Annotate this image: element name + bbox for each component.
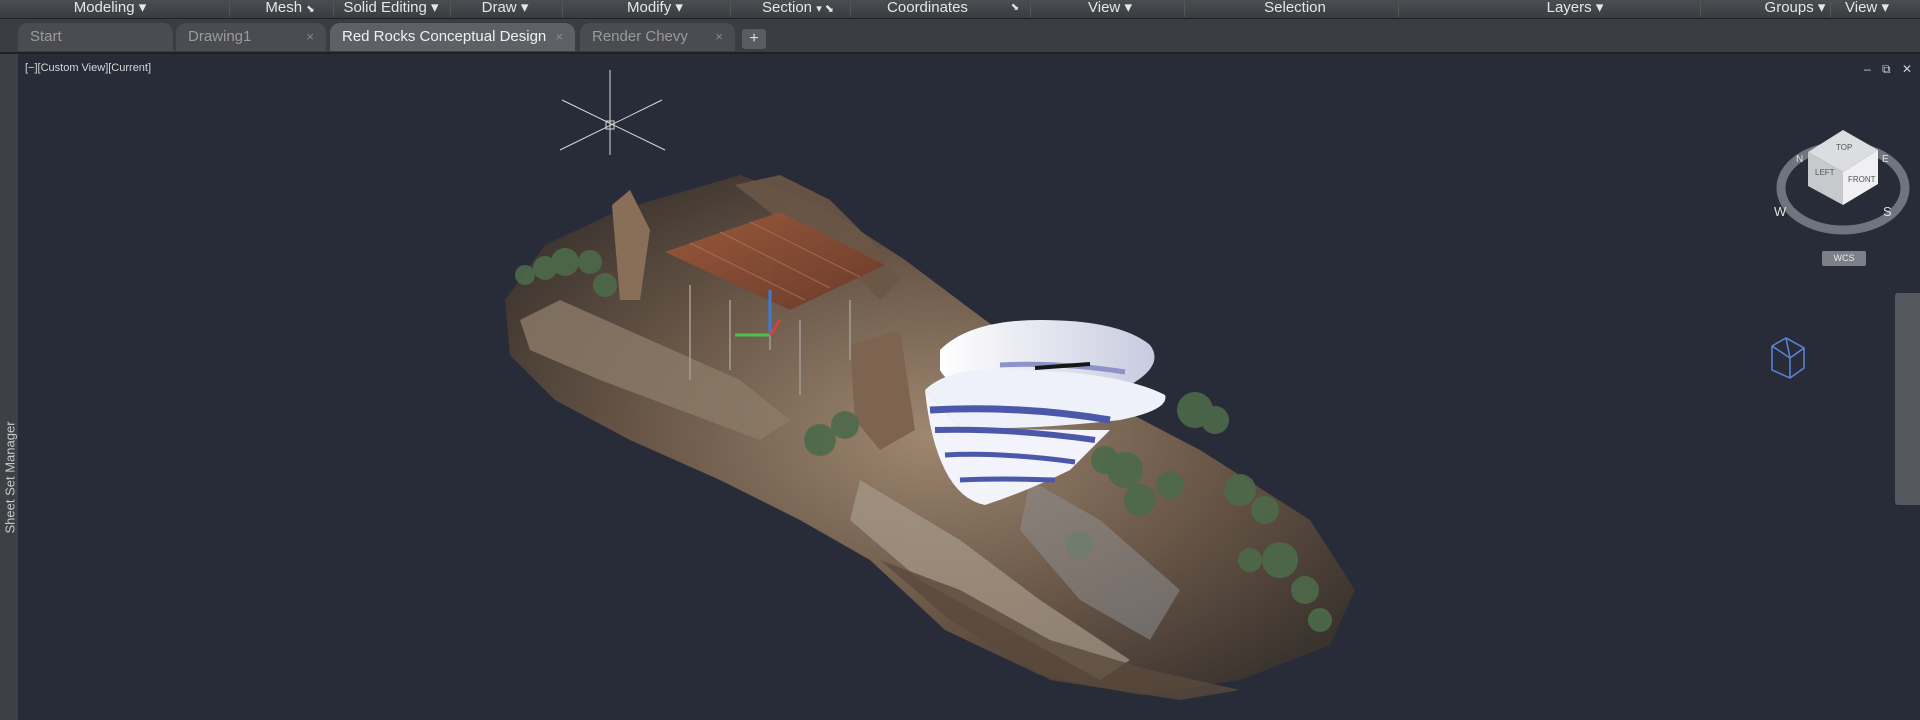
compass-s[interactable]: S [1883,204,1892,219]
ribbon-mesh-label: Mesh [265,0,303,16]
ribbon-view-label: View [1088,0,1121,16]
ribbon-section-arrow: ▾ ⬊ [816,3,834,15]
ribbon-view-2-arrow: ▾ [1881,0,1889,16]
ribbon-draw-arrow: ▾ [520,0,529,16]
viewcube-front[interactable]: FRONT [1848,175,1876,184]
ribbon-draw-label: Draw [481,0,517,16]
viewcube-top[interactable]: TOP [1836,143,1852,152]
ribbon-groups[interactable]: Groups ▾ [1750,0,1840,18]
ribbon-layers[interactable]: Layers ▾ [1540,0,1610,18]
ribbon-solid-editing[interactable]: Solid Editing ▾ [336,0,446,18]
ribbon-modeling-label: Modeling [73,0,135,16]
close-icon[interactable]: × [306,23,314,51]
tab-start-label: Start [30,28,62,45]
ribbon-panel-bar: Modeling ▾ Mesh ⬊ Solid Editing ▾ Draw ▾… [0,0,1920,19]
point-cloud-scene: TOP LEFT FRONT N W S E [505,70,1910,700]
ribbon-modify-arrow: ▾ [675,0,683,16]
palette-title: Sheet Set Manager [2,421,18,534]
navigation-bar[interactable] [1895,293,1920,505]
tab-render-chevy[interactable]: Render Chevy × [580,23,735,51]
ribbon-section[interactable]: Section ▾ ⬊ [748,0,848,18]
ribbon-mesh-arrow: ⬊ [306,4,315,15]
ribbon-layers-label: Layers [1546,0,1592,16]
wcs-menu-button[interactable]: WCS [1822,251,1866,266]
ribbon-section-label: Section [761,0,813,16]
ribbon-modeling[interactable]: Modeling ▾ [60,0,160,18]
compass-e[interactable]: E [1882,154,1889,165]
ribbon-selection-label: Selection [1264,0,1326,16]
ribbon-view[interactable]: View ▾ [1075,0,1145,18]
ribbon-coordinates-launcher-label: ⬊ [1010,2,1020,13]
tab-drawing1-label: Drawing1 [188,28,252,45]
viewcube-left[interactable]: LEFT [1815,168,1835,177]
ribbon-coordinates-launcher-icon[interactable]: ⬊ [1008,0,1022,18]
tab-drawing1[interactable]: Drawing1 × [176,23,326,51]
tab-red-rocks-conceptual-design[interactable]: Red Rocks Conceptual Design × [330,23,575,51]
ribbon-view-2[interactable]: View ▾ [1834,0,1900,18]
ribbon-modeling-arrow: ▾ [138,0,147,16]
ribbon-mesh[interactable]: Mesh ⬊ [250,0,330,18]
steering-wheel-icon [1771,337,1805,379]
model-viewport[interactable]: TOP LEFT FRONT N W S E [18,54,1920,720]
compass-w[interactable]: W [1774,204,1787,219]
ribbon-solid-editing-label: Solid Editing [343,0,427,16]
compass-n[interactable]: N [1796,154,1803,165]
ribbon-coordinates[interactable]: Coordinates [880,0,975,18]
ribbon-layers-arrow: ▾ [1595,0,1604,16]
ribbon-coordinates-label: Coordinates [887,0,968,16]
close-viewport-icon[interactable]: ✕ [1902,62,1912,76]
ribbon-view-2-label: View [1845,0,1878,16]
tab-render-chevy-label: Render Chevy [592,28,688,45]
ribbon-groups-arrow: ▾ [1817,0,1826,16]
ribbon-groups-label: Groups [1764,0,1814,16]
viewcube-icon: TOP LEFT FRONT N W S E [1774,130,1910,235]
crosshair-cursor-icon [559,70,666,155]
tab-red-rocks-label: Red Rocks Conceptual Design [342,28,547,45]
ribbon-solid-editing-arrow: ▾ [431,0,439,16]
ribbon-modify-label: Modify [627,0,672,16]
new-tab-button[interactable]: + [742,29,766,49]
sheet-set-manager-palette[interactable]: Sheet Set Manager [0,54,19,720]
viewport-controls-label[interactable]: [−][Custom View][Current] [25,62,151,74]
ribbon-draw[interactable]: Draw ▾ [470,0,540,18]
ribbon-view-arrow: ▾ [1124,0,1132,16]
tab-start[interactable]: Start [18,23,173,51]
close-icon[interactable]: × [715,23,723,51]
ribbon-selection[interactable]: Selection [1255,0,1335,18]
close-icon[interactable]: × [555,23,563,51]
ribbon-modify[interactable]: Modify ▾ [615,0,695,18]
restore-viewport-icon[interactable]: ⧉ [1882,62,1891,77]
minimize-viewport-icon[interactable]: – [1864,62,1871,76]
